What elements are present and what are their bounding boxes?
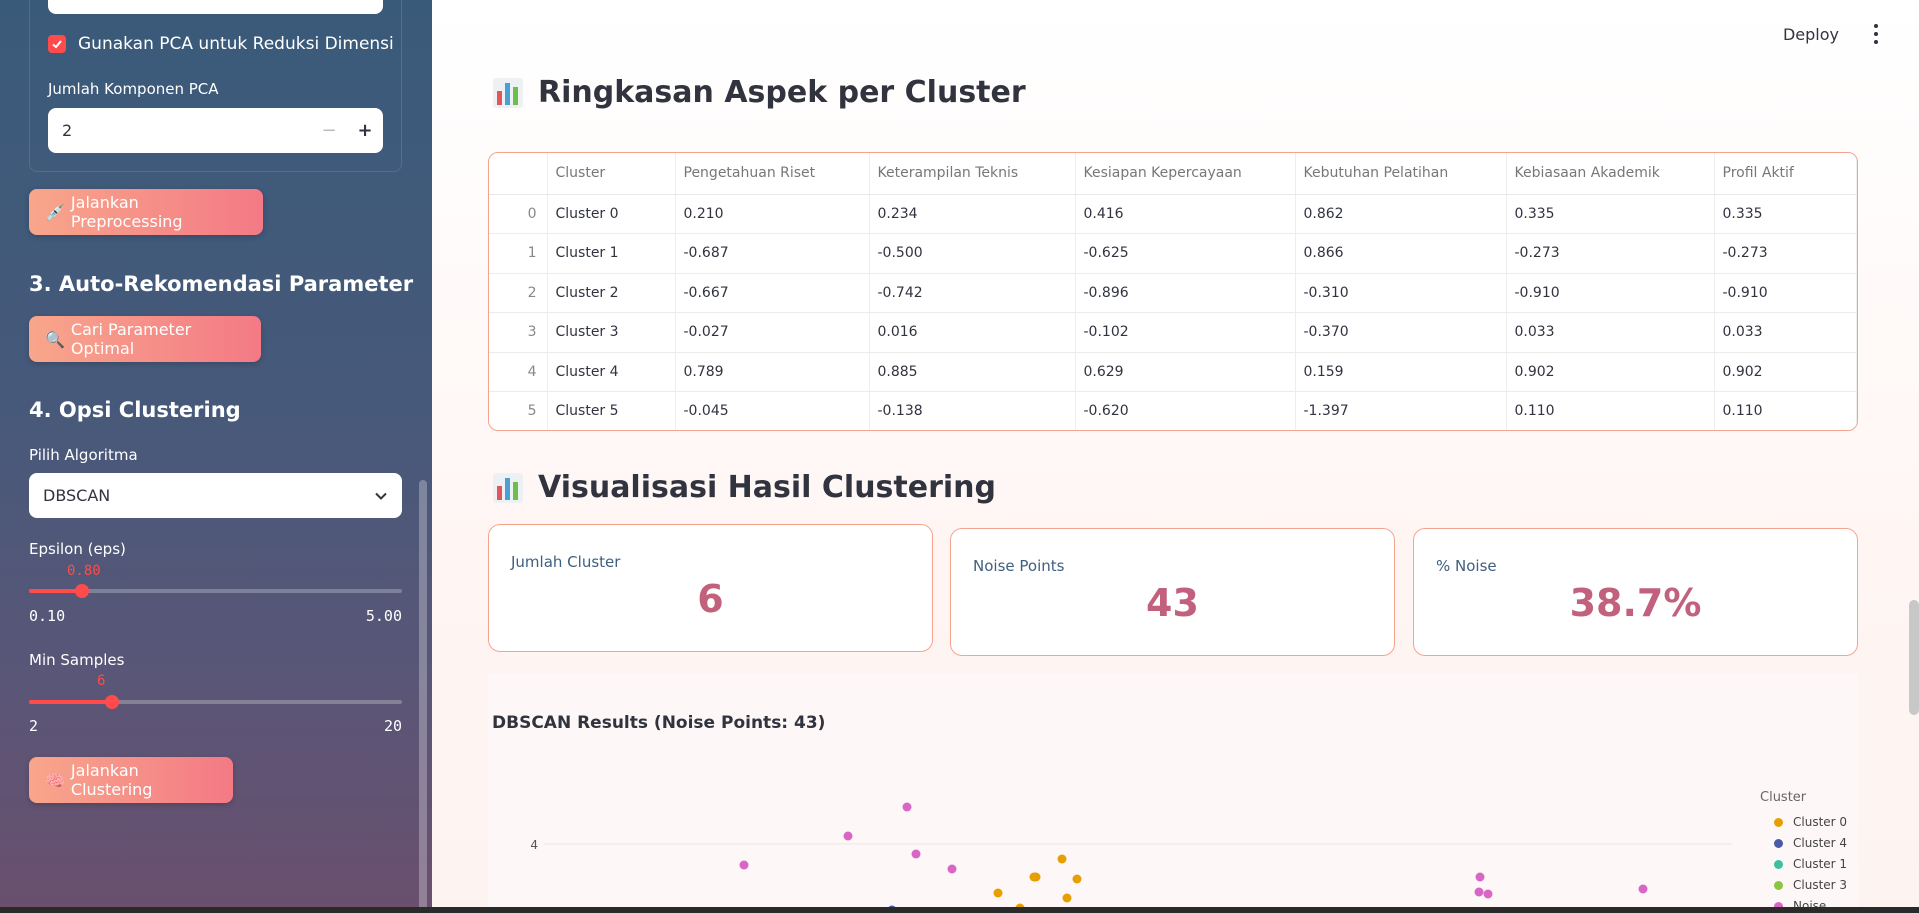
pca-checkbox-label: Gunakan PCA untuk Reduksi Dimensi [78, 34, 394, 54]
brain-icon: 🧠 [45, 770, 65, 790]
scatter-point [911, 849, 921, 859]
legend-title: Cluster [1760, 790, 1807, 805]
scatter-plot-canvas: 4 [530, 802, 1732, 913]
scatter-point [1062, 893, 1072, 903]
legend-item[interactable]: Cluster 1 [1774, 857, 1847, 871]
scatter-point [1638, 884, 1648, 894]
scatter-point [902, 802, 912, 812]
checkbox-checked-icon[interactable] [48, 35, 66, 53]
chevron-down-icon [375, 492, 387, 500]
pca-checkbox-row[interactable]: Gunakan PCA untuk Reduksi Dimensi [48, 34, 394, 54]
legend-marker-icon [1774, 880, 1783, 890]
algorithm-select[interactable]: DBSCAN [29, 473, 402, 518]
decrement-icon[interactable]: − [311, 108, 347, 153]
main-content: Deploy Ringkasan Aspek per Cluster Clust… [432, 0, 1919, 913]
scatter-point [1057, 854, 1067, 864]
legend-marker-icon [1774, 817, 1783, 827]
section3-heading: 3. Auto-Rekomendasi Parameter [29, 272, 414, 296]
pca-components-label: Jumlah Komponen PCA [48, 80, 219, 98]
scatter-point [947, 864, 957, 874]
legend-marker-icon [1774, 859, 1783, 869]
eps-min: 0.10 [29, 607, 66, 625]
scatter-point [1474, 887, 1484, 897]
eps-slider[interactable] [29, 584, 402, 598]
scatter-point [1072, 874, 1082, 884]
scatter-point [1031, 872, 1041, 882]
legend-marker-icon [1774, 838, 1783, 848]
min-samples-value: 6 [97, 673, 106, 689]
legend-item[interactable]: Cluster 0 [1774, 815, 1847, 829]
sidebar: Gunakan PCA untuk Reduksi Dimensi Jumlah… [0, 0, 432, 913]
run-clustering-label: Jalankan Clustering [70, 761, 153, 799]
bottom-edge [0, 907, 1919, 913]
eps-value: 0.80 [67, 563, 101, 579]
ytick-label: 4 [530, 838, 538, 852]
legend-label: Cluster 4 [1793, 836, 1848, 850]
min-samples-label: Min Samples [29, 651, 125, 669]
legend-label: Cluster 1 [1793, 857, 1848, 871]
partial-input-field[interactable] [48, 0, 383, 14]
scatter-point [1475, 872, 1485, 882]
scatter-point [739, 860, 749, 870]
pca-components-value[interactable]: 2 [48, 121, 311, 140]
syringe-icon: 💉 [45, 202, 65, 222]
run-preprocessing-label: Jalankan Preprocessing [70, 193, 183, 231]
run-preprocessing-button[interactable]: 💉 Jalankan Preprocessing [29, 189, 263, 235]
eps-max: 5.00 [365, 607, 402, 625]
legend-label: Cluster 3 [1793, 878, 1848, 892]
pca-components-stepper[interactable]: 2 − + [48, 108, 383, 153]
algorithm-selected-value: DBSCAN [43, 486, 111, 505]
scatter-point [993, 888, 1003, 898]
legend-item[interactable]: Cluster 4 [1774, 836, 1847, 850]
min-samples-slider-thumb[interactable] [105, 695, 119, 709]
find-optimal-params-label: Cari Parameter Optimal [70, 320, 192, 358]
section4-heading: 4. Opsi Clustering [29, 398, 241, 422]
min-samples-slider[interactable] [29, 695, 402, 709]
magnifier-icon: 🔍 [45, 329, 65, 349]
scatter-points [739, 802, 1648, 913]
scatter-point [843, 831, 853, 841]
increment-icon[interactable]: + [347, 108, 383, 153]
eps-label: Epsilon (eps) [29, 540, 126, 558]
find-optimal-params-button[interactable]: 🔍 Cari Parameter Optimal [29, 316, 261, 362]
legend-label: Cluster 0 [1793, 815, 1848, 829]
legend-item[interactable]: Cluster 3 [1774, 878, 1847, 892]
min-samples-min: 2 [29, 717, 39, 735]
algorithm-label: Pilih Algoritma [29, 446, 138, 464]
sidebar-scrollbar[interactable] [419, 480, 427, 913]
main-scrollbar[interactable] [1909, 600, 1919, 715]
run-clustering-button[interactable]: 🧠 Jalankan Clustering [29, 757, 233, 803]
min-samples-slider-fill [29, 700, 112, 704]
scatter-point [1483, 889, 1493, 899]
min-samples-max: 20 [383, 717, 402, 735]
eps-slider-thumb[interactable] [75, 584, 89, 598]
